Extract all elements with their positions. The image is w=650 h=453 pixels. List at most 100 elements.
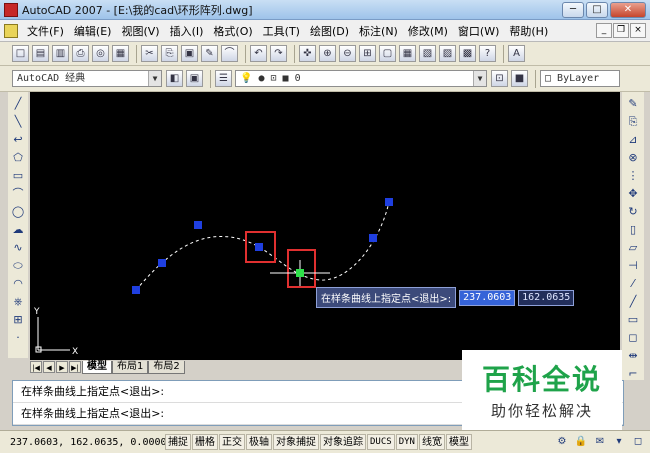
block-editor-icon[interactable]: ⌒: [221, 45, 238, 62]
zoom-window-icon[interactable]: ⊖: [339, 45, 356, 62]
explode-icon[interactable]: ⇹: [625, 348, 641, 364]
doc-close-button[interactable]: ×: [630, 23, 646, 38]
drawing-svg[interactable]: Y X: [30, 92, 620, 360]
point-icon[interactable]: ·: [10, 330, 26, 346]
minimize-button[interactable]: ─: [562, 2, 584, 18]
maximize-button[interactable]: □: [586, 2, 608, 18]
status-menu-chevron-icon[interactable]: ▾: [611, 434, 627, 450]
markup-icon[interactable]: ▩: [459, 45, 476, 62]
tab-next-button[interactable]: ▶: [56, 361, 68, 373]
spline-grip-point[interactable]: [255, 243, 263, 251]
doc-restore-button[interactable]: ❐: [613, 23, 629, 38]
close-button[interactable]: ✕: [610, 2, 646, 18]
help-icon[interactable]: ?: [479, 45, 496, 62]
redo-icon[interactable]: ↷: [270, 45, 287, 62]
otrack-toggle[interactable]: 对象追踪: [320, 434, 366, 450]
ortho-toggle[interactable]: 正交: [219, 434, 245, 450]
tab-layout1[interactable]: 布局1: [112, 360, 149, 374]
workspace-dropdown[interactable]: AutoCAD 经典 ▼: [12, 70, 162, 87]
spline-grip-point[interactable]: [132, 286, 140, 294]
construction-line-icon[interactable]: ╲: [10, 114, 26, 130]
menu-dimension[interactable]: 标注(N): [354, 23, 403, 39]
lock-icon[interactable]: 🔒: [573, 434, 589, 450]
tab-first-button[interactable]: |◀: [30, 361, 42, 373]
snap-toggle[interactable]: 捕捉: [165, 434, 191, 450]
layer-previous-icon[interactable]: ■: [511, 70, 528, 87]
menu-view[interactable]: 视图(V): [116, 23, 164, 39]
drawing-canvas[interactable]: Y X 在样条曲线上指定点<退出>: 237.0603 162.0635: [30, 92, 620, 360]
spline-grip-point[interactable]: [194, 221, 202, 229]
text-style-icon[interactable]: A: [508, 45, 525, 62]
publish-icon[interactable]: ▦: [112, 45, 129, 62]
communication-center-icon[interactable]: ✉: [592, 434, 608, 450]
linetype-dropdown[interactable]: □ ByLayer: [540, 70, 620, 87]
insert-block-icon[interactable]: ⎈: [10, 294, 26, 310]
menu-insert[interactable]: 插入(I): [165, 23, 209, 39]
pan-icon[interactable]: ✜: [299, 45, 316, 62]
autocad-app-icon[interactable]: [4, 2, 18, 17]
tab-prev-button[interactable]: ◀: [43, 361, 55, 373]
fillet-icon[interactable]: ⌐: [625, 366, 641, 382]
rotate-icon[interactable]: ↻: [625, 204, 641, 220]
revision-cloud-icon[interactable]: ☁: [10, 222, 26, 238]
save-icon[interactable]: ▥: [52, 45, 69, 62]
chevron-down-icon[interactable]: ▼: [473, 71, 486, 86]
ellipse-arc-icon[interactable]: ◠: [10, 276, 26, 292]
settings-icon[interactable]: ⚙: [554, 434, 570, 450]
menu-window[interactable]: 窗口(W): [453, 23, 504, 39]
menu-draw[interactable]: 绘图(D): [305, 23, 354, 39]
plot-preview-icon[interactable]: ◎: [92, 45, 109, 62]
tab-model[interactable]: 模型: [82, 360, 112, 374]
stretch-icon[interactable]: ▱: [625, 240, 641, 256]
arc-icon[interactable]: ⌒: [10, 186, 26, 202]
dyn-toggle[interactable]: DYN: [395, 434, 418, 450]
grid-toggle[interactable]: 栅格: [192, 434, 218, 450]
offset-icon[interactable]: ⊗: [625, 150, 641, 166]
tab-layout2[interactable]: 布局2: [148, 360, 185, 374]
break-icon[interactable]: ╱: [625, 294, 641, 310]
tool-palettes-icon[interactable]: ▧: [419, 45, 436, 62]
menu-tools[interactable]: 工具(T): [258, 23, 305, 39]
workspace-settings-icon[interactable]: ◧: [166, 70, 183, 87]
spline-grip-point[interactable]: [385, 198, 393, 206]
chamfer-icon[interactable]: ◻: [625, 330, 641, 346]
menu-format[interactable]: 格式(O): [208, 23, 257, 39]
osnap-toggle[interactable]: 对象捕捉: [273, 434, 319, 450]
layer-dropdown[interactable]: 💡 ● ⊡ ■ 0 ▼: [235, 70, 487, 87]
match-properties-icon[interactable]: ✎: [201, 45, 218, 62]
polygon-icon[interactable]: ⬠: [10, 150, 26, 166]
circle-icon[interactable]: ◯: [10, 204, 26, 220]
polyline-icon[interactable]: ↩: [10, 132, 26, 148]
print-icon[interactable]: ⎙: [72, 45, 89, 62]
workspace-save-icon[interactable]: ▣: [186, 70, 203, 87]
trim-icon[interactable]: ⊣: [625, 258, 641, 274]
menu-modify[interactable]: 修改(M): [403, 23, 453, 39]
ducs-toggle[interactable]: DUCS: [367, 434, 395, 450]
spline-grip-point[interactable]: [296, 269, 304, 277]
menu-help[interactable]: 帮助(H): [504, 23, 553, 39]
new-file-icon[interactable]: □: [12, 45, 29, 62]
properties-icon[interactable]: ▢: [379, 45, 396, 62]
ellipse-icon[interactable]: ⬭: [10, 258, 26, 274]
design-center-icon[interactable]: ▦: [399, 45, 416, 62]
copy-icon[interactable]: ⎘: [161, 45, 178, 62]
zoom-realtime-icon[interactable]: ⊕: [319, 45, 336, 62]
spline-grip-point[interactable]: [158, 259, 166, 267]
make-block-icon[interactable]: ⊞: [10, 312, 26, 328]
model-toggle[interactable]: 模型: [445, 434, 472, 450]
join-icon[interactable]: ▭: [625, 312, 641, 328]
paste-icon[interactable]: ▣: [181, 45, 198, 62]
layer-manager-icon[interactable]: ☰: [215, 70, 232, 87]
undo-icon[interactable]: ↶: [250, 45, 267, 62]
menu-file[interactable]: 文件(F): [22, 23, 69, 39]
chevron-down-icon[interactable]: ▼: [148, 71, 161, 86]
rectangle-icon[interactable]: ▭: [10, 168, 26, 184]
make-object-layer-current-icon[interactable]: ⊡: [491, 70, 508, 87]
scale-icon[interactable]: ▯: [625, 222, 641, 238]
open-file-icon[interactable]: ▤: [32, 45, 49, 62]
extend-icon[interactable]: ⁄: [625, 276, 641, 292]
copy-object-icon[interactable]: ⎘: [625, 114, 641, 130]
polar-toggle[interactable]: 极轴: [246, 434, 272, 450]
dynamic-x-input[interactable]: 237.0603: [459, 289, 516, 306]
array-icon[interactable]: ⋮: [625, 168, 641, 184]
